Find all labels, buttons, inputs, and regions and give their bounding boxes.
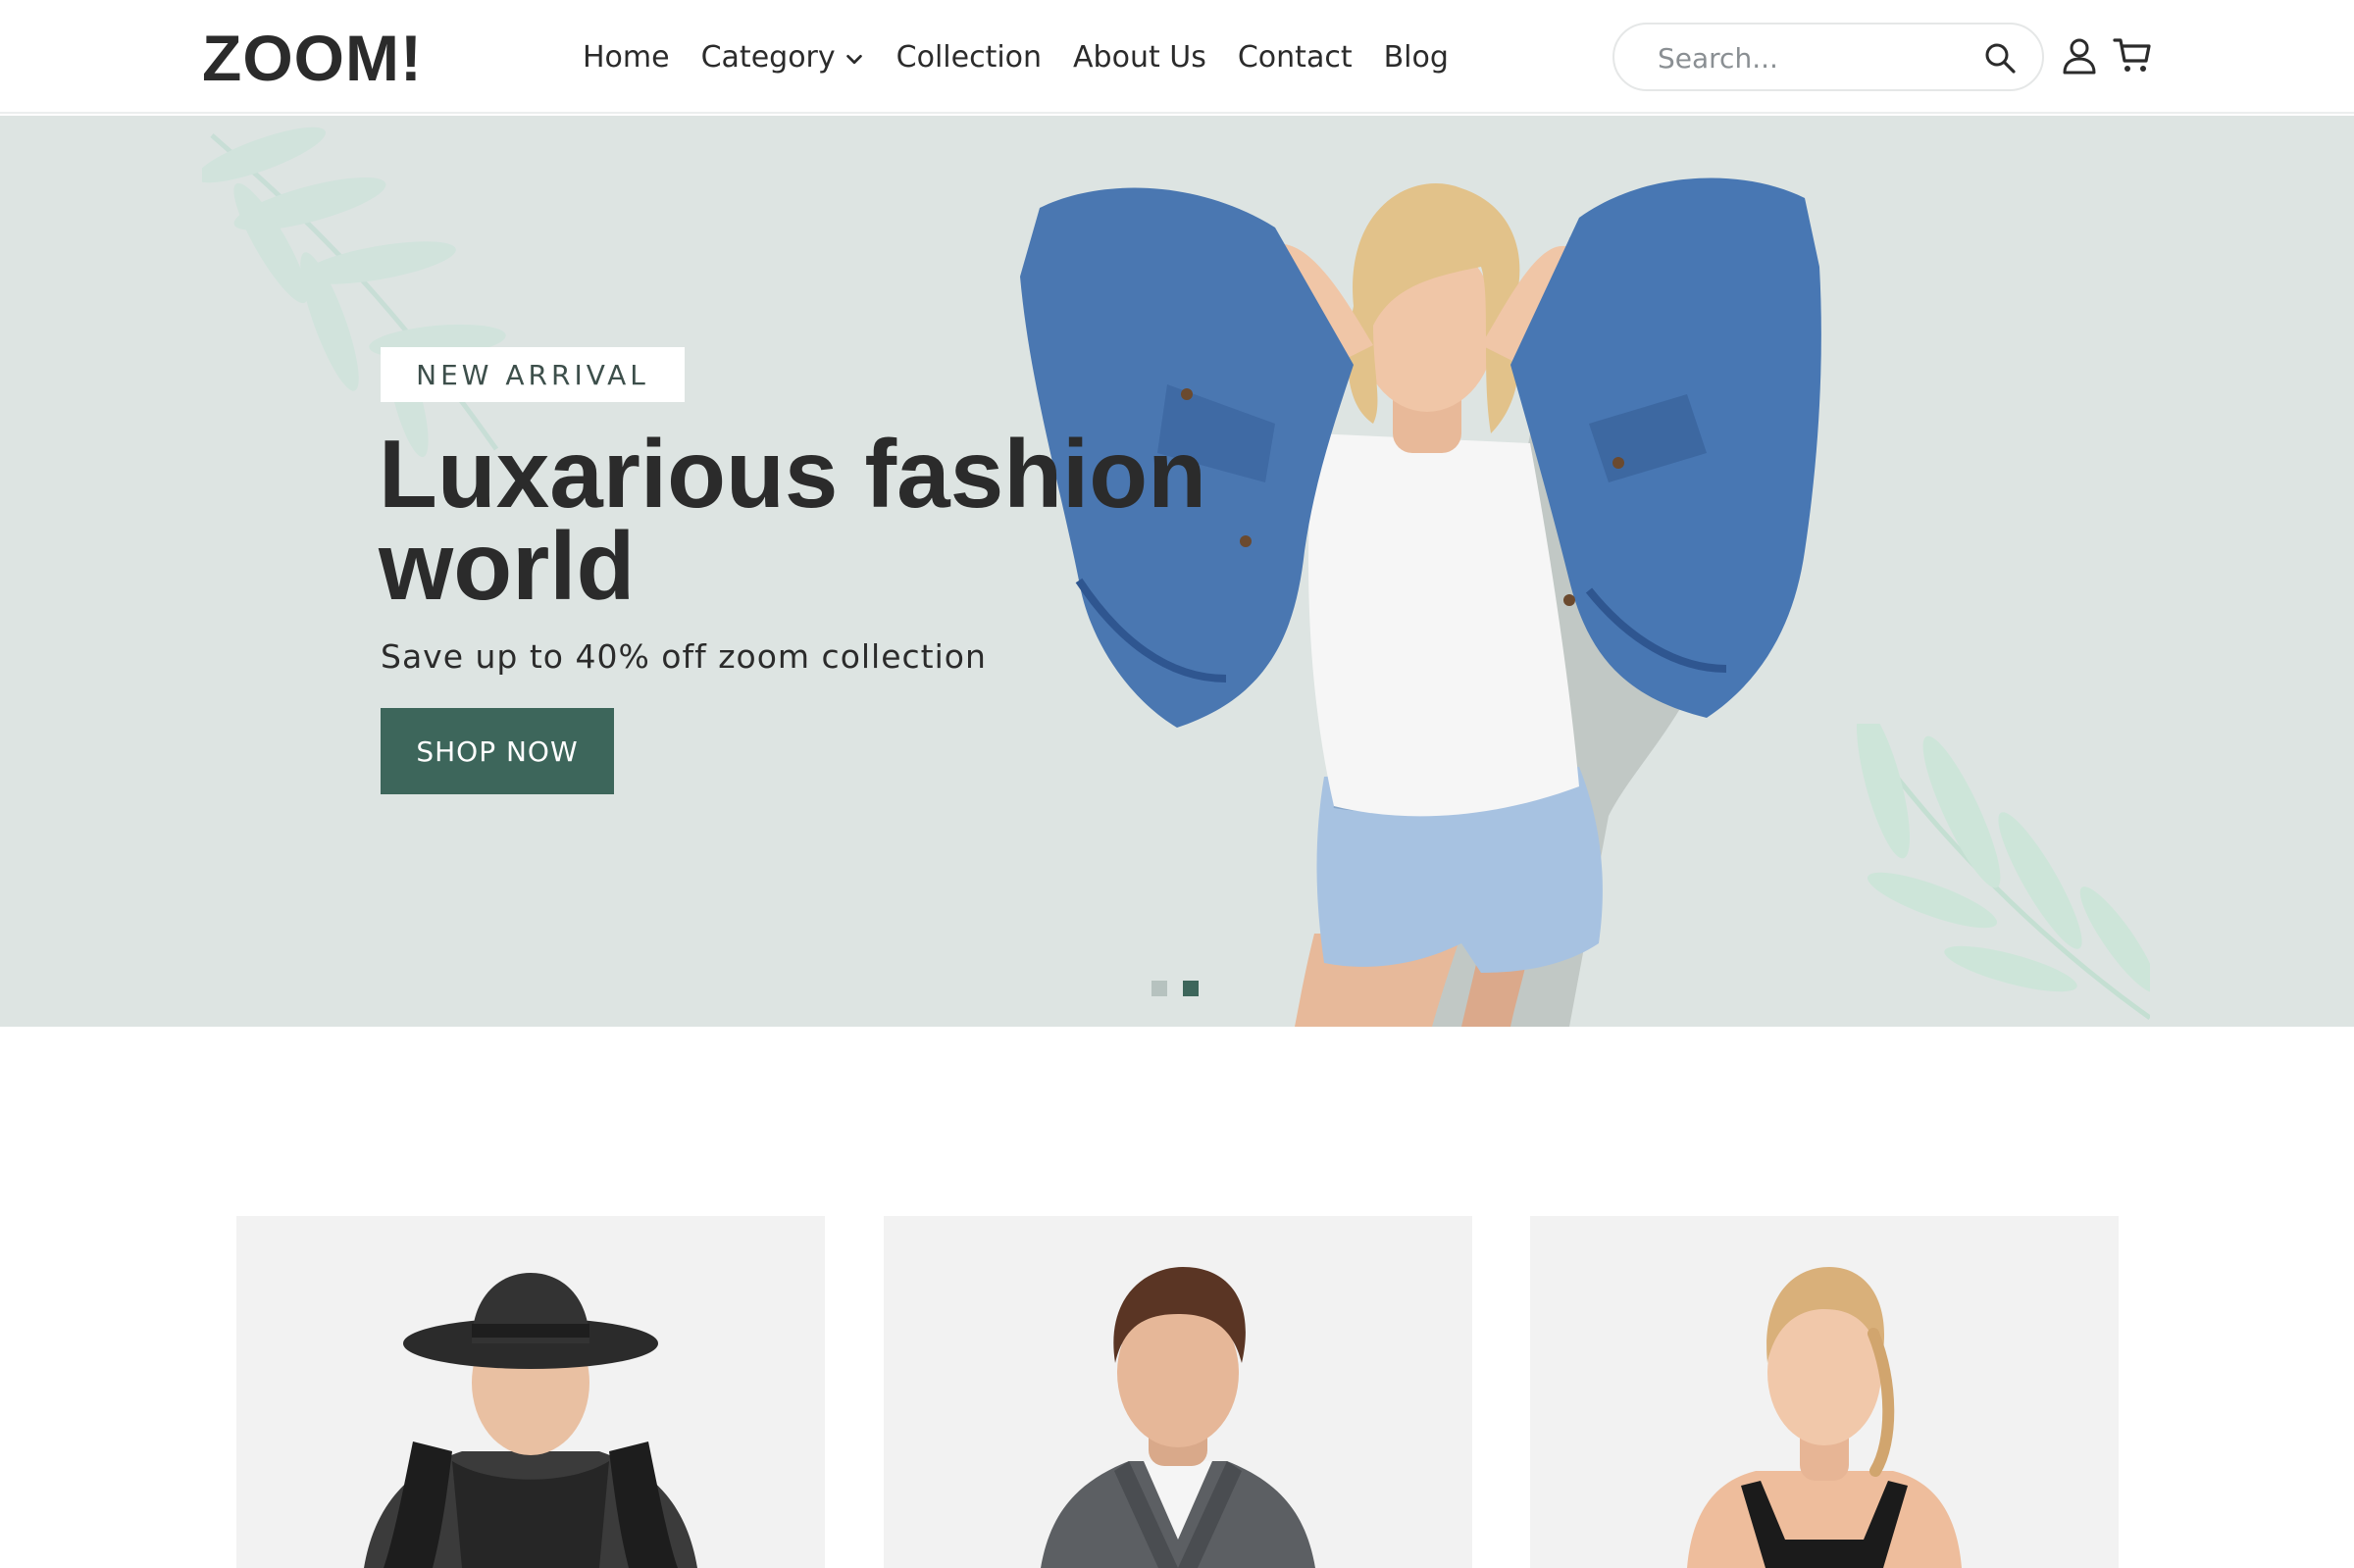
new-arrival-badge: NEW ARRIVAL (381, 347, 685, 402)
site-header: ZOOM! Home Category Collection About Us … (0, 0, 2354, 114)
hero-title: Luxarious fashion world (379, 420, 1207, 620)
product-card[interactable] (884, 1216, 1472, 1568)
search-icon[interactable] (1983, 41, 2017, 75)
leaf-decoration (1856, 724, 2150, 1021)
product-image-woman-in-black-tank-top (1687, 1267, 1962, 1568)
cart-icon[interactable] (2113, 35, 2152, 75)
nav-home[interactable]: Home (583, 40, 670, 75)
nav-blog[interactable]: Blog (1384, 40, 1449, 75)
nav-about-us[interactable]: About Us (1073, 40, 1206, 75)
carousel-dot-1[interactable] (1151, 981, 1167, 996)
carousel-dot-2[interactable] (1183, 981, 1199, 996)
nav-contact[interactable]: Contact (1238, 40, 1353, 75)
search-box (1612, 23, 2044, 91)
search-input[interactable] (1658, 36, 1952, 79)
main-nav: Home Category Collection About Us Contac… (583, 35, 1480, 78)
hero-banner: NEW ARRIVAL Luxarious fashion world Save… (0, 116, 2354, 1027)
hero-subtitle: Save up to 40% off zoom collection (381, 637, 987, 676)
shop-now-button[interactable]: SHOP NOW (381, 708, 614, 794)
carousel-dots (1151, 981, 1214, 996)
product-image-woman-with-black-hat (364, 1273, 697, 1568)
nav-category-label: Category (700, 39, 836, 75)
product-card[interactable] (236, 1216, 825, 1568)
product-card[interactable] (1530, 1216, 2119, 1568)
nav-collection[interactable]: Collection (896, 40, 1042, 75)
nav-category[interactable]: Category (701, 40, 865, 75)
product-image-man-in-grey-blazer (1041, 1267, 1315, 1568)
site-logo[interactable]: ZOOM! (202, 24, 423, 92)
chevron-down-icon (845, 54, 862, 65)
user-icon[interactable] (2062, 37, 2097, 75)
